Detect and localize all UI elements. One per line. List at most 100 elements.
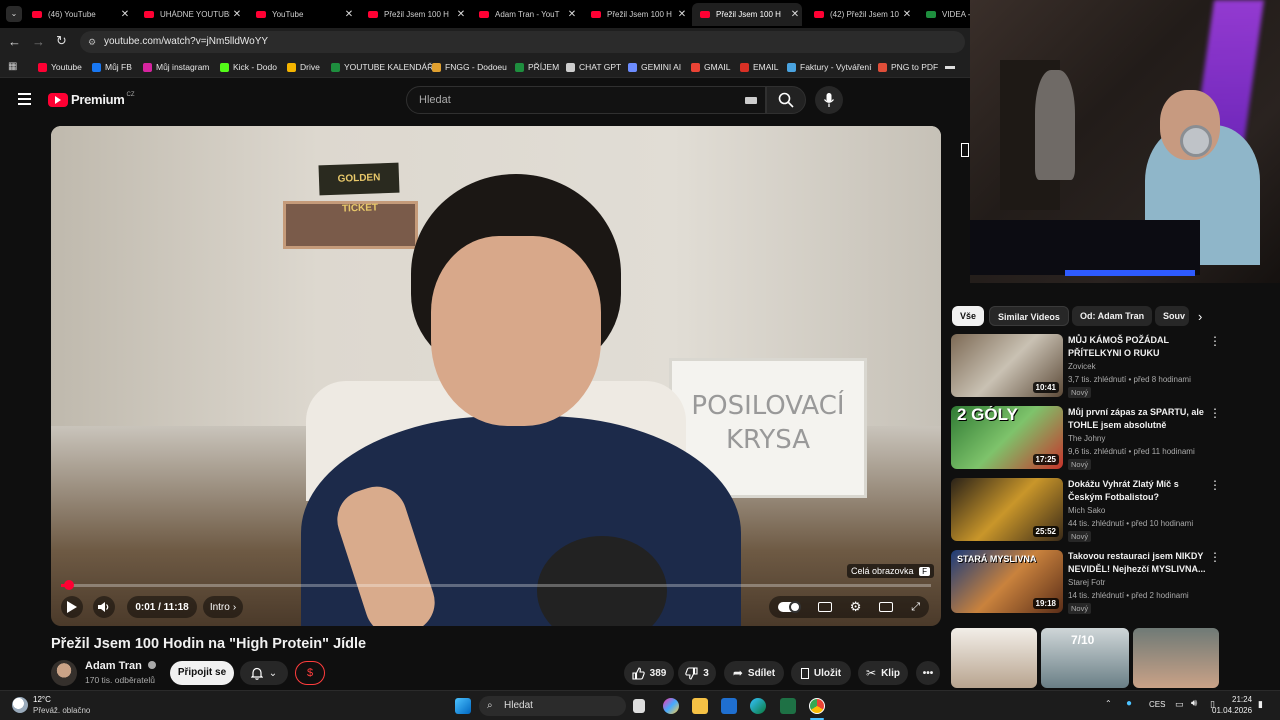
chapter-button[interactable]: Intro › [203,596,243,618]
browser-tab[interactable]: VIDEA - D [918,3,970,26]
chrome-icon[interactable] [809,698,825,714]
excel-icon[interactable] [780,698,796,714]
edge-icon[interactable] [750,698,766,714]
more-bookmarks-icon[interactable]: ▬ [945,61,957,72]
close-tab-icon[interactable]: ✕ [230,9,244,20]
video-thumbnail[interactable]: 10:41 [951,334,1063,397]
browser-tab[interactable]: (42) Přežil Jsem 10 ✕ [806,3,914,26]
video-thumbnail[interactable]: 25:52 [951,478,1063,541]
channel-name[interactable]: Mich Sako [1068,506,1105,515]
bookmark-item[interactable]: Youtube [38,60,82,74]
chip-from-channel[interactable]: Od: Adam Tran [1072,306,1153,326]
tab-list-button[interactable]: ⌄ [6,6,22,22]
subtitles-icon[interactable] [817,602,832,612]
search-button[interactable] [766,86,806,114]
notification-icon[interactable]: ▮ [1258,699,1263,710]
url-field[interactable]: ⚙ youtube.com/watch?v=jNm5lldWoYY [80,31,965,53]
speaker-icon[interactable]: 🔊︎ [1191,698,1197,709]
bookmark-item[interactable]: YOUTUBE KALENDÁŘ [331,60,433,74]
close-tab-icon[interactable]: ✕ [675,9,689,20]
autoplay-toggle[interactable] [777,601,801,613]
forward-icon[interactable]: → [32,34,45,49]
weather-icon[interactable] [12,697,28,713]
copilot-icon[interactable] [663,698,679,714]
tray-overflow-icon[interactable]: ⌃ [1105,699,1112,708]
like-button[interactable]: 389 [624,661,674,685]
bookmark-item[interactable]: CHAT GPT [566,60,621,74]
clock-date[interactable]: 01.04.2026 [1212,706,1252,715]
bookmark-item[interactable]: Můj FB [92,60,132,74]
join-button[interactable]: Připojit se [170,661,234,685]
close-tab-icon[interactable]: ✕ [454,9,468,20]
search-input[interactable]: Hledat [406,86,766,114]
video-title[interactable]: Dokážu Vyhrát Zlatý Míč s Českým Fotbali… [1068,478,1206,503]
keyboard-icon[interactable] [745,97,757,104]
close-tab-icon[interactable]: ✕ [900,9,914,20]
video-title[interactable]: Můj první zápas za SPARTU, ale TOHLE jse… [1068,406,1206,432]
bookmark-item[interactable]: Drive [287,60,320,74]
dislike-button[interactable]: 3 [678,661,716,685]
windows-start-icon[interactable] [455,698,471,714]
video-thumbnail[interactable]: STARÁ MYSLIVNA 19:18 [951,550,1063,613]
bookmark-item[interactable]: PŘÍJEM [515,60,559,74]
miniplayer-icon[interactable] [879,602,894,612]
more-vertical-icon[interactable]: ⋮ [1209,550,1221,564]
site-info-icon[interactable]: ⚙ [88,31,96,53]
short-thumbnail-3[interactable] [1133,628,1219,688]
recommended-video[interactable]: STARÁ MYSLIVNA 19:18 Takovou restauraci js… [951,550,1226,616]
voice-search-button[interactable] [815,86,843,114]
progress-bar[interactable] [61,580,931,590]
bookmark-item[interactable]: PNG to PDF [878,60,938,74]
close-tab-icon[interactable]: ✕ [118,9,132,20]
browser-tab[interactable]: UHÁDNE YOUTUBERA✕ [136,3,244,26]
network-icon[interactable]: ▭ [1175,699,1184,710]
close-tab-icon[interactable]: ✕ [788,9,802,20]
clock-time[interactable]: 21:24 [1232,695,1252,704]
chip-all[interactable]: Vše [952,306,985,326]
fullscreen-icon[interactable]: ⤢ [911,601,920,614]
channel-avatar[interactable] [51,660,77,686]
channel-name[interactable]: Zovicek [1068,362,1096,371]
bookmark-item[interactable]: FNGG - Dodoeu [432,60,507,74]
save-button[interactable]: Uložit [791,661,851,685]
chips-next-icon[interactable]: › [1198,309,1202,324]
bookmark-item[interactable]: GMAIL [691,60,730,74]
bookmark-item[interactable]: EMAIL [740,60,779,74]
share-button[interactable]: ➦ Sdílet [724,661,784,685]
menu-icon[interactable] [18,93,31,105]
youtube-logo[interactable]: Premium CZ [48,92,135,107]
chip-related[interactable]: Souv [1155,306,1189,326]
recommended-video[interactable]: 25:52 Dokážu Vyhrát Zlatý Míč s Českým Fo… [951,478,1226,544]
bookmark-item[interactable]: Můj instagram [143,60,209,74]
browser-tab[interactable]: Přežil Jsem 100 H ✕ [583,3,689,26]
video-thumbnail[interactable]: 2 GÓLY 17:25 [951,406,1063,469]
channel-name[interactable]: Adam Tran [85,660,156,672]
browser-tab[interactable]: Přežil Jsem 100 H ✕ [692,3,802,26]
task-view-icon[interactable] [633,699,645,713]
thanks-button[interactable]: $ [295,661,325,685]
language-indicator[interactable]: CES [1149,700,1165,709]
more-vertical-icon[interactable]: ⋮ [1209,334,1221,348]
recommended-video[interactable]: 10:41 MŮJ KÁMOŠ POŽÁDAL PŘÍTELKYNI O RUKU… [951,334,1226,400]
chip-similar-videos[interactable]: Similar Videos [989,306,1069,326]
channel-name[interactable]: Starej Fotr [1068,578,1105,587]
browser-tab[interactable]: Adam Tran - YouT ✕ [471,3,579,26]
file-explorer-icon[interactable] [692,698,708,714]
close-tab-icon[interactable]: ✕ [565,9,579,20]
short-thumbnail-1[interactable] [951,628,1037,688]
bookmark-item[interactable]: GEMINI AI [628,60,681,74]
bookmark-item[interactable]: Faktury - Vytváření [787,60,871,74]
channel-name[interactable]: The Johny [1068,434,1105,443]
play-button[interactable] [61,596,83,618]
browser-tab[interactable]: YouTube ✕ [248,3,356,26]
more-actions-button[interactable]: ••• [916,661,940,685]
settings-icon[interactable]: ⚙ [850,599,862,615]
apps-grid-icon[interactable]: ▦ [8,61,17,72]
recommended-video[interactable]: 2 GÓLY 17:25 Můj první zápas za SPARTU, al… [951,406,1226,472]
more-vertical-icon[interactable]: ⋮ [1209,406,1221,420]
browser-tab[interactable]: Přežil Jsem 100 H ✕ [360,3,468,26]
taskbar-search[interactable]: ⌕ Hledat [479,696,626,716]
browser-tab[interactable]: (46) YouTube ✕ [24,3,132,26]
notifications-button[interactable]: ⌄ [240,661,288,685]
clip-button[interactable]: ✂ Klip [858,661,908,685]
